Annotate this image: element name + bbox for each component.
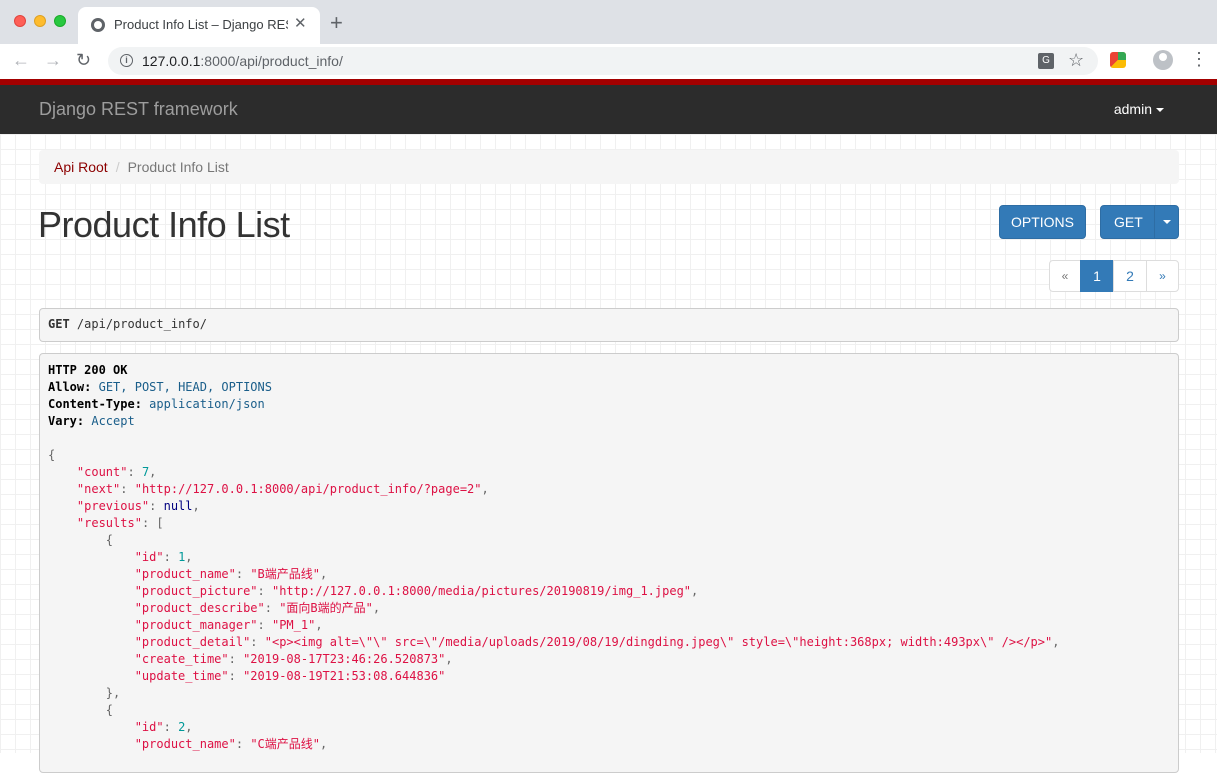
info-icon[interactable]: i [120, 54, 133, 67]
json-line: }, [48, 686, 121, 700]
response-header: Allow: GET, POST, HEAD, OPTIONS [48, 380, 272, 394]
json-line: "product_picture": "http://127.0.0.1:800… [134, 584, 699, 598]
next-page-link[interactable]: "http://127.0.0.1:8000/api/product_info/… [135, 482, 482, 496]
pagination-page-1[interactable]: 1 [1080, 260, 1114, 292]
globe-icon [91, 18, 105, 32]
tab-title: Product Info List – Django REST framewor… [114, 17, 288, 32]
response-info: HTTP 200 OK Allow: GET, POST, HEAD, OPTI… [39, 353, 1179, 773]
request-path: /api/product_info/ [76, 317, 207, 331]
json-line: "create_time": "2019-08-17T23:46:26.5208… [134, 652, 453, 666]
json-line: "next": "http://127.0.0.1:8000/api/produ… [76, 482, 489, 496]
breadcrumb-current: Product Info List [127, 159, 229, 175]
maximize-window-button[interactable] [54, 15, 66, 27]
json-line: "product_name": "C端产品线", [134, 737, 328, 751]
new-tab-icon[interactable]: + [330, 12, 343, 34]
json-line: "product_manager": "PM_1", [134, 618, 323, 632]
dropdown-caret-icon[interactable] [1163, 220, 1171, 224]
browser-tabstrip: Product Info List – Django REST framewor… [0, 0, 1217, 44]
json-line: { [48, 533, 114, 547]
close-icon[interactable]: ✕ [294, 15, 307, 33]
minimize-window-button[interactable] [34, 15, 46, 27]
translate-icon[interactable]: G [1038, 53, 1054, 69]
breadcrumb: Api Root / Product Info List [39, 150, 1179, 184]
get-button[interactable]: GET [1100, 205, 1179, 239]
close-window-button[interactable] [14, 15, 26, 27]
forward-arrow-icon[interactable]: → [44, 50, 62, 70]
json-line: "product_name": "B端产品线", [134, 567, 328, 581]
json-line: "product_detail": "<p><img alt=\"\" src=… [134, 635, 1060, 649]
user-name: admin [1113, 101, 1152, 117]
url-text[interactable]: 127.0.0.1:8000/api/product_info/ [142, 53, 343, 69]
browser-tab[interactable]: Product Info List – Django REST framewor… [78, 7, 320, 44]
pagination-next[interactable]: » [1146, 260, 1179, 292]
json-line: "id": 2, [134, 720, 193, 734]
breadcrumb-api-root[interactable]: Api Root [54, 159, 108, 175]
response-header: Vary: Accept [48, 414, 135, 428]
page-title: Product Info List [38, 204, 290, 245]
reload-icon[interactable]: ↻ [76, 50, 91, 70]
json-line: "previous": null, [76, 499, 200, 513]
breadcrumb-separator: / [115, 159, 120, 175]
pagination-previous[interactable]: « [1049, 260, 1081, 292]
extension-icon[interactable] [1110, 52, 1126, 68]
main-content: Api Root / Product Info List Product Info … [0, 134, 1217, 773]
star-icon[interactable]: ☆ [1068, 50, 1084, 71]
response-header: Content-Type: application/json [48, 397, 265, 411]
navbar-brand[interactable]: Django REST framework [39, 99, 238, 120]
caret-down-icon [1156, 108, 1164, 113]
request-info: GET /api/product_info/ [39, 308, 1179, 342]
json-line: "count": 7, [76, 465, 157, 479]
json-line: { [48, 703, 114, 717]
get-button-label: GET [1114, 214, 1143, 230]
user-menu[interactable]: admin [1114, 101, 1164, 117]
json-line: "id": 1, [134, 550, 193, 564]
json-line: "update_time": "2019-08-19T21:53:08.6448… [134, 669, 446, 683]
address-bar[interactable]: i 127.0.0.1:8000/api/product_info/ G ☆ [108, 47, 1098, 75]
options-button[interactable]: OPTIONS [999, 205, 1086, 239]
picture-link[interactable]: "http://127.0.0.1:8000/media/pictures/20… [272, 584, 691, 598]
response-status: HTTP 200 OK [48, 363, 128, 377]
more-menu-icon[interactable]: ⋮ [1190, 48, 1208, 70]
drf-navbar: Django REST framework admin [0, 85, 1217, 134]
profile-avatar-icon[interactable] [1153, 50, 1173, 70]
button-divider [1154, 206, 1155, 238]
json-line: "results": [ [76, 516, 164, 530]
back-arrow-icon[interactable]: ← [12, 50, 30, 70]
json-line: "product_describe": "面向B端的产品", [134, 601, 381, 615]
json-line: { [48, 448, 56, 462]
browser-toolbar: ← → ↻ i 127.0.0.1:8000/api/product_info/… [0, 44, 1217, 78]
request-method: GET [48, 317, 70, 331]
pagination-page-2[interactable]: 2 [1113, 260, 1147, 292]
